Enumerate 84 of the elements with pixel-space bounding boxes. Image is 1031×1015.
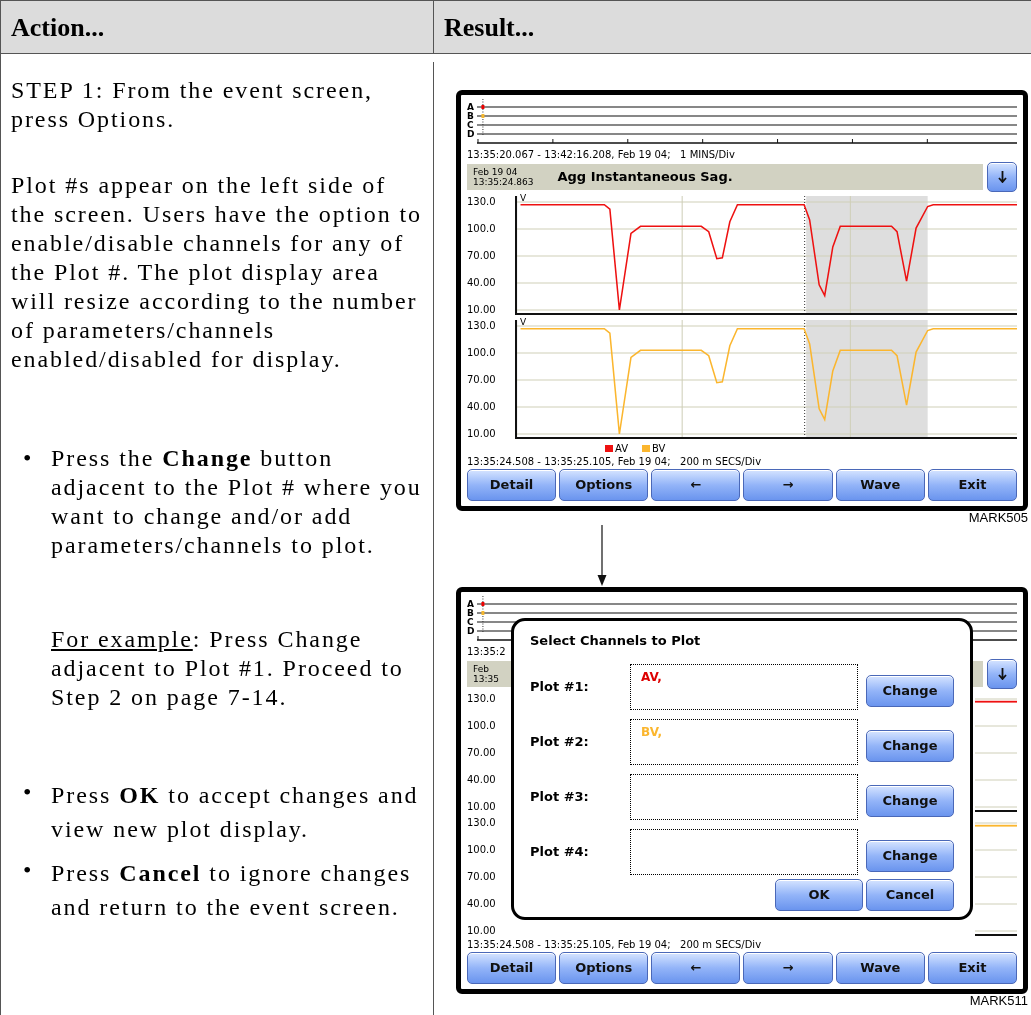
channel-label: C bbox=[467, 617, 475, 627]
down-arrow-icon bbox=[997, 170, 1007, 183]
axis-tick-label: 10.00 bbox=[467, 303, 496, 316]
dialog-title: Select Channels to Plot bbox=[530, 631, 702, 650]
axis-tick-label: 40.00 bbox=[467, 400, 496, 413]
event-time: 13:35 bbox=[473, 673, 499, 684]
bullet-text: Press Cancel to ignore changes and return to the event screen. bbox=[51, 858, 413, 922]
channel-label: D bbox=[467, 626, 476, 636]
plot-label: Plot #2: bbox=[530, 733, 589, 752]
unit-label: V bbox=[520, 192, 527, 203]
softkey-button[interactable]: → bbox=[743, 468, 833, 501]
plot-label: Plot #1: bbox=[530, 678, 589, 697]
legend-label: AV bbox=[615, 442, 629, 454]
example-text: For example: Press Change adjacent to Plot #1. Proceed to Step 2 on page 7-14. bbox=[50, 624, 405, 712]
channel-label: B bbox=[467, 608, 475, 618]
softkey-button[interactable]: ← bbox=[651, 951, 741, 984]
plot-label: Plot #4: bbox=[530, 843, 589, 862]
figure-caption: MARK505 bbox=[968, 510, 1028, 525]
channel-tag: BV, bbox=[641, 723, 662, 741]
change-button[interactable]: Change bbox=[866, 785, 954, 817]
axis-tick-label: 70.00 bbox=[467, 249, 496, 262]
softkey-button[interactable]: Detail bbox=[467, 951, 557, 984]
channel-label: A bbox=[467, 102, 475, 112]
event-title: Agg Instantaneous Sag. bbox=[557, 167, 733, 186]
time-range-text: 13:35:24.508 - 13:35:25.105, Feb 19 04; 200 m SECS/Div bbox=[467, 455, 762, 468]
figure-caption: MARK511 bbox=[969, 993, 1028, 1008]
bullet-text: Press OK to accept changes and view new plot display. bbox=[51, 780, 420, 844]
channel-label: D bbox=[467, 129, 476, 139]
axis-tick-label: 100.0 bbox=[467, 346, 496, 359]
channel-label: B bbox=[467, 111, 475, 121]
softkey-button[interactable]: → bbox=[743, 951, 833, 984]
time-range-text: 13:35:2 bbox=[467, 645, 506, 658]
bullet-text: Press the Change button adjacent to the Plot # where you want to change and/or add parameters/channels to plot. bbox=[51, 443, 423, 560]
scroll-down-button[interactable] bbox=[987, 658, 1017, 689]
axis-tick-label: 40.00 bbox=[467, 773, 496, 786]
plot-label: Plot #3: bbox=[530, 788, 589, 807]
axis-tick-label: 130.0 bbox=[467, 319, 496, 332]
axis-tick-label: 40.00 bbox=[467, 897, 496, 910]
column-header: Action... bbox=[11, 11, 105, 44]
axis-tick-label: 40.00 bbox=[467, 276, 496, 289]
axis-tick-label: 10.00 bbox=[467, 924, 496, 937]
event-date: Feb bbox=[473, 663, 490, 674]
softkey-button[interactable]: Exit bbox=[927, 951, 1017, 984]
unit-label: V bbox=[520, 316, 527, 327]
softkey-button[interactable]: Options bbox=[559, 468, 649, 501]
axis-tick-label: 130.0 bbox=[467, 195, 496, 208]
bullet-marker: • bbox=[22, 443, 35, 473]
axis-tick-label: 100.0 bbox=[467, 719, 496, 732]
axis-tick-label: 100.0 bbox=[467, 222, 496, 235]
down-arrow-icon bbox=[997, 667, 1007, 680]
connector-arrow bbox=[597, 524, 607, 587]
change-button[interactable]: Change bbox=[866, 675, 954, 707]
change-button[interactable]: Change bbox=[866, 730, 954, 762]
channel-tag: AV, bbox=[641, 668, 662, 686]
axis-tick-label: 70.00 bbox=[467, 373, 496, 386]
softkey-button[interactable]: Detail bbox=[467, 468, 557, 501]
column-header: Result... bbox=[444, 11, 535, 44]
bullet-marker: • bbox=[22, 855, 35, 885]
axis-tick-label: 70.00 bbox=[467, 746, 496, 759]
softkey-button[interactable]: Options bbox=[559, 951, 649, 984]
axis-tick-label: 130.0 bbox=[467, 692, 496, 705]
channel-label: C bbox=[467, 120, 475, 130]
axis-tick-label: 70.00 bbox=[467, 870, 496, 883]
channel-label: A bbox=[467, 599, 475, 609]
axis-tick-label: 10.00 bbox=[467, 800, 496, 813]
dialog-button[interactable]: OK bbox=[775, 879, 863, 911]
legend-label: BV bbox=[652, 442, 666, 454]
time-range-text: 13:35:24.508 - 13:35:25.105, Feb 19 04; 200 m SECS/Div bbox=[467, 938, 762, 951]
time-range-text: 13:35:20.067 - 13:42:16.208, Feb 19 04; 1 MINS/Div bbox=[467, 148, 735, 161]
softkey-button[interactable]: Wave bbox=[835, 468, 925, 501]
axis-tick-label: 100.0 bbox=[467, 843, 496, 856]
bullet-marker: • bbox=[22, 777, 35, 807]
axis-tick-label: 10.00 bbox=[467, 427, 496, 440]
change-button[interactable]: Change bbox=[866, 840, 954, 872]
axis-tick-label: 130.0 bbox=[467, 816, 496, 829]
softkey-button[interactable]: Wave bbox=[835, 951, 925, 984]
instruction-text: Plot #s appear on the left side of the screen. Users have the option to enable/disable channels for any of the Plot #. The plot display area will resize according to the number of parameters/channels enabled/disabled for display. bbox=[11, 170, 423, 374]
softkey-button[interactable]: ← bbox=[651, 468, 741, 501]
instruction-text: STEP 1: From the event screen, press Options. bbox=[11, 75, 374, 134]
event-time: 13:35:24.863 bbox=[473, 176, 534, 187]
scroll-down-button[interactable] bbox=[987, 161, 1017, 192]
softkey-button[interactable]: Exit bbox=[927, 468, 1017, 501]
dialog-button[interactable]: Cancel bbox=[866, 879, 954, 911]
event-date: Feb 19 04 bbox=[473, 166, 519, 177]
